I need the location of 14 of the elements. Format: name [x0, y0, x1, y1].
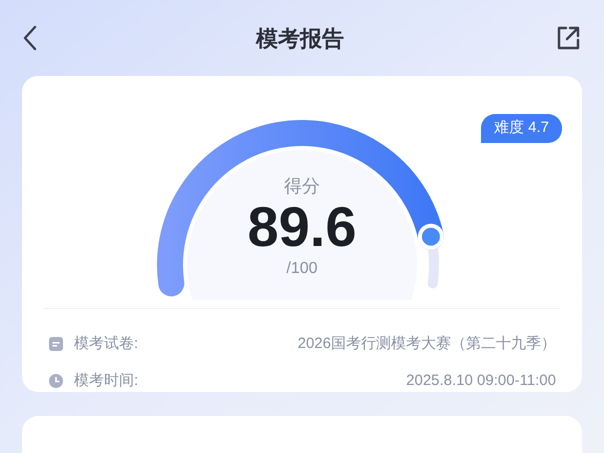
page-title: 模考报告	[256, 24, 344, 53]
document-icon	[48, 336, 64, 352]
share-icon	[555, 25, 581, 52]
score-total: /100	[286, 259, 318, 280]
info-value: 2025.8.10 09:00-11:00	[406, 370, 556, 391]
clock-icon	[48, 372, 64, 389]
info-label: 模考时间:	[74, 370, 138, 391]
info-label: 模考试卷:	[74, 334, 138, 354]
back-icon	[22, 25, 38, 52]
score-value: 89.6	[248, 197, 356, 258]
info-value: 2026国考行测模考大赛（第二十九季）	[298, 334, 556, 354]
score-label: 得分	[284, 175, 320, 198]
gauge-thumb	[418, 224, 444, 250]
difficulty-badge: 难度 4.7	[480, 114, 562, 143]
